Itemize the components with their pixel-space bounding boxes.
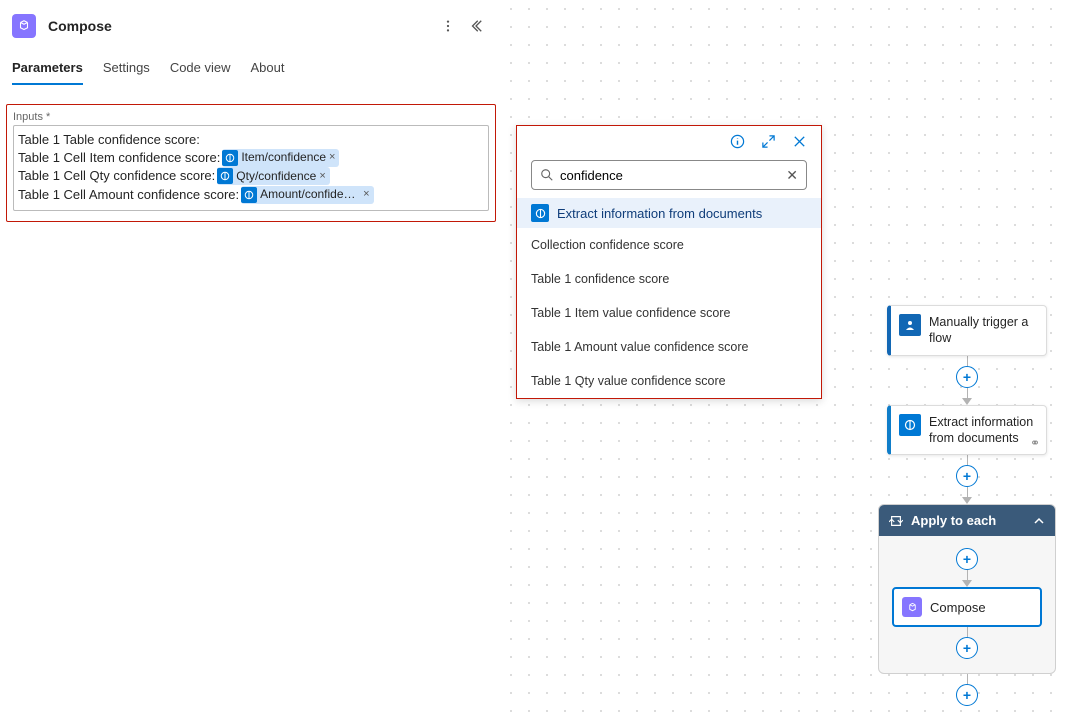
extract-icon xyxy=(531,204,549,222)
popup-search-box[interactable]: ✕ xyxy=(531,160,807,190)
tab-settings[interactable]: Settings xyxy=(103,52,150,85)
search-icon xyxy=(540,168,554,182)
panel-header: Compose xyxy=(0,0,502,52)
popup-item[interactable]: Table 1 Item value confidence score xyxy=(517,296,821,330)
add-step-button[interactable]: + xyxy=(956,465,978,487)
dynamic-content-popup: ✕ Extract information from documents Col… xyxy=(516,125,822,399)
add-step-button[interactable]: + xyxy=(956,637,978,659)
properties-panel: Compose Parameters Settings Code view Ab… xyxy=(0,0,502,716)
add-step-button[interactable]: + xyxy=(956,684,978,706)
inputs-field-highlight: Inputs * Table 1 Table confidence score:… xyxy=(6,104,496,222)
chevron-up-icon[interactable] xyxy=(1033,515,1045,527)
popup-item[interactable]: Table 1 confidence score xyxy=(517,262,821,296)
input-row: Table 1 Table confidence score: xyxy=(18,131,484,149)
panel-title: Compose xyxy=(48,18,434,34)
popup-item[interactable]: Table 1 Amount value confidence score xyxy=(517,330,821,364)
search-input[interactable] xyxy=(560,168,786,183)
trigger-icon xyxy=(899,314,921,336)
flow-node-label: Compose xyxy=(930,600,986,615)
flow-node-label: Extract information from documents xyxy=(929,414,1038,447)
tab-parameters[interactable]: Parameters xyxy=(12,52,83,85)
token-remove-icon[interactable]: × xyxy=(329,150,335,165)
token-remove-icon[interactable]: × xyxy=(319,169,325,184)
input-row: Table 1 Cell Qty confidence score: Qty/c… xyxy=(18,167,484,185)
popup-category-label: Extract information from documents xyxy=(557,206,762,221)
dynamic-token[interactable]: Qty/confidence × xyxy=(217,167,329,185)
input-text: Table 1 Cell Item confidence score: xyxy=(18,149,220,167)
expand-icon[interactable] xyxy=(761,134,776,152)
flow-canvas[interactable]: ✕ Extract information from documents Col… xyxy=(502,0,1067,716)
add-step-button[interactable]: + xyxy=(956,366,978,388)
add-step-button[interactable]: + xyxy=(956,548,978,570)
input-text: Table 1 Table confidence score: xyxy=(18,131,200,149)
token-label: Amount/confiden... xyxy=(260,186,360,202)
input-text: Table 1 Cell Qty confidence score: xyxy=(18,167,215,185)
link-icon: ⚭ xyxy=(1030,436,1040,450)
token-icon xyxy=(217,168,233,184)
compose-icon xyxy=(12,14,36,38)
popup-category-header[interactable]: Extract information from documents xyxy=(517,198,821,228)
token-label: Qty/confidence xyxy=(236,168,316,184)
panel-tabs: Parameters Settings Code view About xyxy=(0,52,502,86)
tab-about[interactable]: About xyxy=(251,52,285,85)
flow-node-apply-to-each[interactable]: Apply to each + Compose + xyxy=(878,504,1056,674)
loop-icon xyxy=(889,514,903,528)
close-icon[interactable] xyxy=(792,134,807,152)
token-remove-icon[interactable]: × xyxy=(363,187,369,202)
flow-node-extract[interactable]: Extract information from documents ⚭ xyxy=(887,405,1047,456)
apply-to-each-header[interactable]: Apply to each xyxy=(879,505,1055,536)
flow-node-trigger[interactable]: Manually trigger a flow xyxy=(887,305,1047,356)
dynamic-token[interactable]: Amount/confiden... × xyxy=(241,186,373,204)
inputs-textarea[interactable]: Table 1 Table confidence score: Table 1 … xyxy=(13,125,489,211)
inputs-label: Inputs * xyxy=(13,111,489,123)
tab-code-view[interactable]: Code view xyxy=(170,52,231,85)
popup-toolbar xyxy=(517,126,821,156)
info-icon[interactable] xyxy=(730,134,745,152)
input-row: Table 1 Cell Item confidence score: Item… xyxy=(18,149,484,167)
token-label: Item/confidence xyxy=(241,149,326,165)
clear-search-icon[interactable]: ✕ xyxy=(786,167,798,184)
compose-icon xyxy=(902,597,922,617)
input-text: Table 1 Cell Amount confidence score: xyxy=(18,186,239,204)
apply-to-each-label: Apply to each xyxy=(911,513,996,528)
flow-column: Manually trigger a flow + Extract inform… xyxy=(877,305,1057,706)
more-menu-button[interactable] xyxy=(434,12,462,40)
flow-node-label: Manually trigger a flow xyxy=(929,314,1038,347)
collapse-panel-button[interactable] xyxy=(462,12,490,40)
flow-node-compose-inner[interactable]: Compose xyxy=(892,587,1042,627)
token-icon xyxy=(241,187,257,203)
popup-item[interactable]: Table 1 Qty value confidence score xyxy=(517,364,821,398)
popup-item[interactable]: Collection confidence score xyxy=(517,228,821,262)
dynamic-token[interactable]: Item/confidence × xyxy=(222,149,339,167)
extract-icon xyxy=(899,414,921,436)
token-icon xyxy=(222,150,238,166)
apply-to-each-body: + Compose + xyxy=(879,536,1055,673)
input-row: Table 1 Cell Amount confidence score: Am… xyxy=(18,186,484,204)
